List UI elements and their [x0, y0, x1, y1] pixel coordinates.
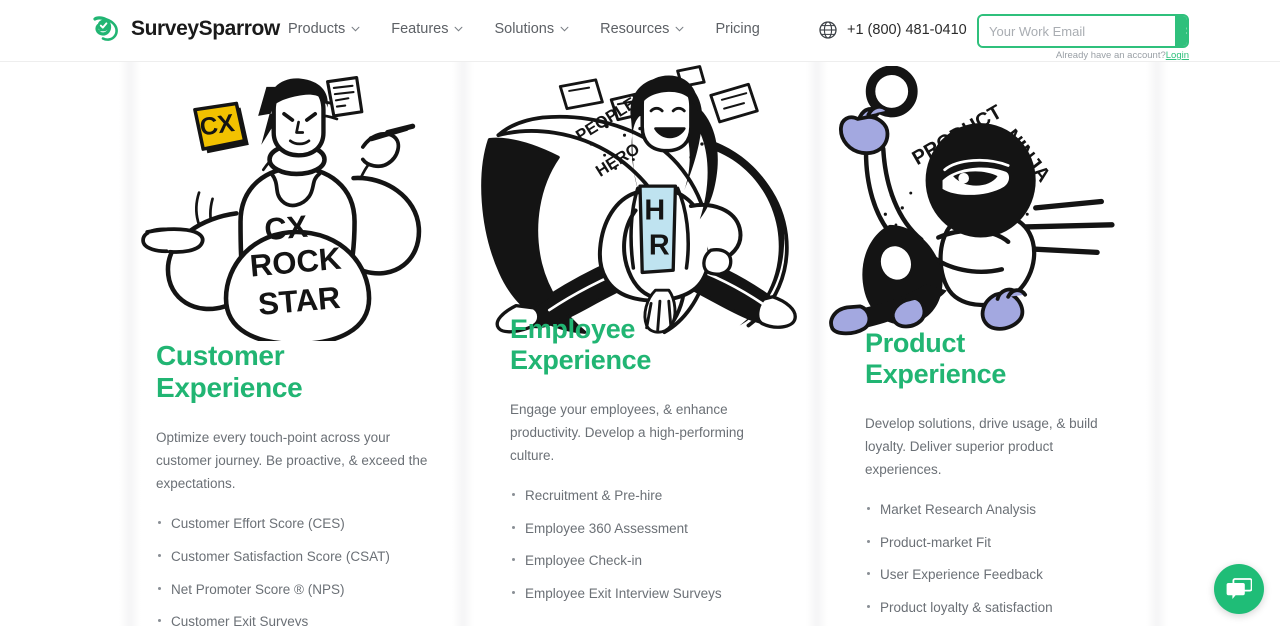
chat-widget-button[interactable] — [1214, 564, 1264, 614]
column-title: Product Experience — [865, 328, 1007, 389]
column-feature-list: Recruitment & Pre-hire Employee 360 Asse… — [510, 486, 770, 603]
chevron-down-icon — [351, 26, 360, 32]
list-item[interactable]: Market Research Analysis — [865, 500, 1109, 520]
chevron-down-icon — [560, 26, 569, 32]
work-email-input[interactable] — [979, 16, 1175, 46]
list-item[interactable]: User Experience Feedback — [865, 565, 1109, 585]
list-item[interactable]: Product loyalty & satisfaction — [865, 598, 1109, 618]
nav-item-pricing[interactable]: Pricing — [715, 21, 759, 37]
column-description: Engage your employees, & enhance product… — [510, 401, 744, 463]
column-divider — [806, 62, 828, 626]
globe-icon — [819, 21, 837, 39]
site-header: SurveySparrow Products Features Solution… — [0, 0, 1280, 62]
chevron-down-icon — [455, 26, 463, 32]
main-nav: Products Features Solutions Resources Pr… — [288, 21, 760, 37]
nav-label: Pricing — [715, 21, 760, 37]
nav-label: Resources — [600, 21, 670, 37]
list-item[interactable]: Net Promoter Score ® (NPS) — [156, 580, 437, 600]
signup-button[interactable]: SIGN UP — [1175, 16, 1187, 46]
list-item[interactable]: Employee Exit Interview Surveys — [510, 584, 770, 604]
column-feature-list: Customer Effort Score (CES) Customer Sat… — [156, 514, 437, 626]
nav-item-features[interactable]: Features — [391, 21, 463, 37]
column-description: Optimize every touch-point across your c… — [156, 429, 428, 492]
nav-label: Features — [391, 21, 449, 37]
column-product-experience: PRODUCT NINJA — [828, 62, 1146, 626]
svg-text:CX: CX — [198, 109, 237, 142]
chat-bubbles-icon — [1226, 578, 1252, 599]
sparrow-bird-logo-icon — [93, 16, 118, 41]
column-description: Develop solutions, drive usage, & build … — [865, 415, 1098, 477]
list-item[interactable]: Customer Satisfaction Score (CSAT) — [156, 547, 437, 567]
phone-number: +1 (800) 481-0410 — [847, 22, 967, 38]
column-employee-experience: PEOPLE'S HERO H R Employee Experience En… — [474, 62, 806, 626]
brand-name: SurveySparrow — [131, 17, 280, 40]
column-divider — [452, 62, 474, 626]
svg-text:CX: CX — [263, 209, 309, 248]
nav-item-resources[interactable]: Resources — [600, 21, 684, 37]
nav-item-solutions[interactable]: Solutions — [494, 21, 569, 37]
list-item[interactable]: Recruitment & Pre-hire — [510, 486, 770, 506]
column-feature-list: Market Research Analysis Product-market … — [865, 500, 1109, 617]
column-text-body: Customer Experience Optimize every touch… — [141, 340, 452, 626]
svg-text:H: H — [644, 194, 665, 226]
column-customer-experience: CX CX ROCK STAR Customer Experience Opti… — [141, 62, 452, 626]
column-title: Employee Experience — [510, 314, 652, 375]
list-item[interactable]: Product-market Fit — [865, 533, 1109, 553]
signup-form: SIGN UP — [977, 14, 1189, 48]
svg-text:R: R — [649, 230, 670, 262]
experience-columns: CX CX ROCK STAR Customer Experience Opti… — [0, 62, 1280, 626]
column-divider — [1146, 62, 1168, 626]
list-item[interactable]: Customer Effort Score (CES) — [156, 514, 437, 534]
contact-phone[interactable]: +1 (800) 481-0410 — [818, 20, 967, 40]
brand-logo[interactable]: SurveySparrow — [92, 14, 280, 44]
column-text-body: Employee Experience Engage your employee… — [474, 314, 806, 616]
nav-label: Solutions — [494, 21, 555, 37]
column-title: Customer Experience — [156, 340, 303, 403]
page-root: SurveySparrow Products Features Solution… — [0, 0, 1280, 626]
nav-item-products[interactable]: Products — [288, 21, 360, 37]
peoples-hero-illustration: PEOPLE'S HERO H R — [474, 62, 806, 339]
column-text-body: Product Experience Develop solutions, dr… — [828, 328, 1146, 626]
list-item[interactable]: Employee 360 Assessment — [510, 519, 770, 539]
list-item[interactable]: Employee Check-in — [510, 551, 770, 571]
chevron-down-icon — [675, 26, 684, 32]
login-link[interactable]: Login — [1166, 50, 1189, 61]
login-prompt-text: Already have an account? — [1055, 50, 1166, 61]
cx-rock-star-illustration: CX CX ROCK STAR — [141, 66, 452, 341]
product-ninja-illustration: PRODUCT NINJA — [828, 66, 1146, 336]
list-item[interactable]: Customer Exit Surveys — [156, 612, 437, 626]
login-prompt: Already have an account?Login — [977, 50, 1189, 61]
column-divider — [119, 62, 141, 626]
svg-text:STAR: STAR — [257, 280, 342, 322]
nav-label: Products — [288, 21, 346, 37]
